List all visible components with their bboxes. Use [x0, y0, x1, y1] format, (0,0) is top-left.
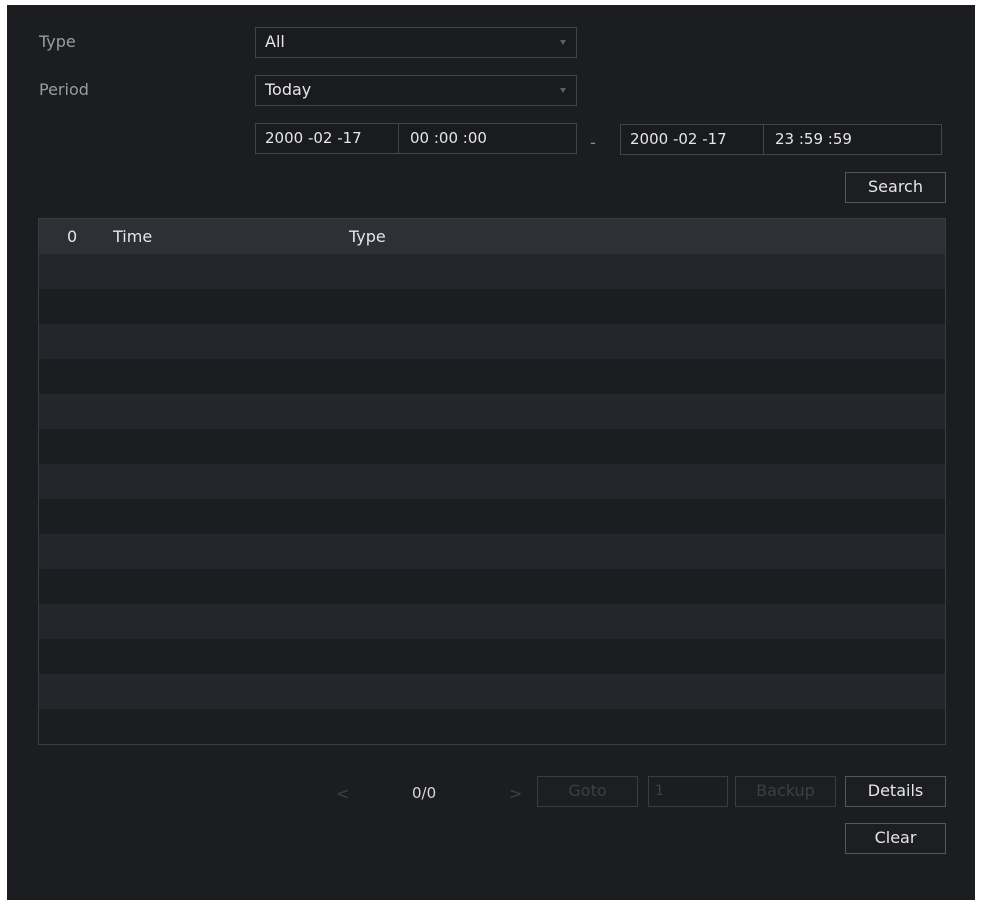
- period-select-value: Today: [265, 80, 312, 99]
- table-row[interactable]: [39, 709, 945, 744]
- column-header-type[interactable]: Type: [349, 219, 386, 254]
- page-number-input[interactable]: 1: [648, 776, 728, 807]
- table-row[interactable]: [39, 674, 945, 709]
- event-search-panel: Type All Period Today 2000 -02 -17 00 :0…: [7, 5, 975, 900]
- chevron-down-icon: [560, 88, 566, 93]
- table-row[interactable]: [39, 324, 945, 359]
- clear-button[interactable]: Clear: [845, 823, 946, 854]
- end-date-input[interactable]: 2000 -02 -17: [630, 125, 727, 154]
- start-time-input[interactable]: 00 :00 :00: [410, 124, 487, 153]
- search-button[interactable]: Search: [845, 172, 946, 203]
- table-row[interactable]: [39, 394, 945, 429]
- type-label: Type: [39, 32, 76, 51]
- end-time-input[interactable]: 23 :59 :59: [775, 125, 852, 154]
- column-header-time[interactable]: Time: [113, 219, 152, 254]
- result-count: 0: [67, 227, 78, 246]
- table-row[interactable]: [39, 639, 945, 674]
- start-date-input[interactable]: 2000 -02 -17: [265, 124, 362, 153]
- backup-button[interactable]: Backup: [735, 776, 836, 807]
- table-row[interactable]: [39, 429, 945, 464]
- type-select[interactable]: All: [255, 27, 577, 58]
- table-row[interactable]: [39, 604, 945, 639]
- table-header: 0 Time Type: [39, 219, 945, 254]
- table-row[interactable]: [39, 254, 945, 289]
- range-separator: -: [590, 133, 596, 152]
- details-button[interactable]: Details: [845, 776, 946, 807]
- table-row[interactable]: [39, 289, 945, 324]
- table-row[interactable]: [39, 499, 945, 534]
- type-select-value: All: [265, 32, 285, 51]
- page-status: 0/0: [412, 784, 437, 802]
- event-table: 0 Time Type: [38, 218, 946, 745]
- table-row[interactable]: [39, 464, 945, 499]
- period-select[interactable]: Today: [255, 75, 577, 106]
- end-field-divider: [763, 125, 764, 154]
- prev-page-icon[interactable]: <: [336, 784, 349, 803]
- table-row[interactable]: [39, 569, 945, 604]
- period-label: Period: [39, 80, 89, 99]
- chevron-down-icon: [560, 40, 566, 45]
- table-row[interactable]: [39, 359, 945, 394]
- table-row[interactable]: [39, 534, 945, 569]
- next-page-icon[interactable]: >: [509, 784, 522, 803]
- start-field-divider: [398, 124, 399, 153]
- end-datetime-field[interactable]: 2000 -02 -17 23 :59 :59: [620, 124, 942, 155]
- goto-button[interactable]: Goto: [537, 776, 638, 807]
- start-datetime-field[interactable]: 2000 -02 -17 00 :00 :00: [255, 123, 577, 154]
